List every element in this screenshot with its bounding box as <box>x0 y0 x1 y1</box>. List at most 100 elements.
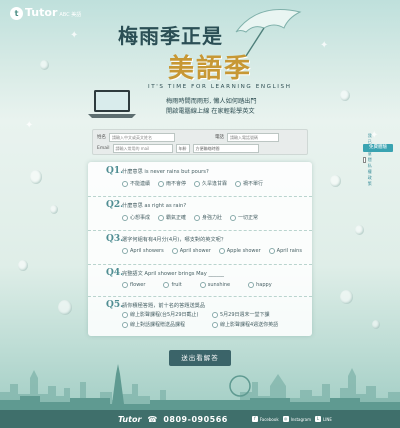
radio-button[interactable] <box>122 321 128 328</box>
radio-button[interactable] <box>171 248 178 254</box>
radio-button[interactable] <box>218 248 225 254</box>
answer-option[interactable]: happy <box>248 282 272 288</box>
radio-button[interactable] <box>194 180 201 187</box>
radio-button[interactable] <box>122 214 128 221</box>
raindrop <box>40 60 49 70</box>
answer-option[interactable]: 心想事成 <box>122 214 150 221</box>
quiz-question: Q5. 請你積極答題，前十名的答題送獎品 線上影聲課程(台5月29日截止) 5月… <box>88 296 312 336</box>
instagram-icon[interactable]: ◎ <box>282 416 289 422</box>
answer-option[interactable]: 線上對話課程贈送品課程 <box>122 321 185 328</box>
answer-options: flower fruit sunshine happy <box>122 282 280 288</box>
radio-button[interactable] <box>212 321 218 328</box>
landing-page: ✦ ✦ ✦ ✦ t Tutor ABC 美語 梅雨季正是 美語季 IT'S TI… <box>0 0 400 428</box>
star-icon: ✦ <box>25 120 34 131</box>
answer-option[interactable]: 一切正常 <box>230 214 258 221</box>
instagram-link[interactable]: Instagram <box>291 417 311 422</box>
star-icon: ✦ <box>70 30 79 41</box>
time-select[interactable]: 方便聯絡時間 <box>192 143 259 153</box>
raindrop <box>340 90 350 101</box>
star-icon: ✦ <box>320 40 329 51</box>
line-link[interactable]: LINE <box>323 417 332 422</box>
quiz-question: Q2. 什麼意思 as right as rain? 心想事成 霸氣正確 身強力… <box>88 196 312 231</box>
answer-option[interactable]: 久旱逢甘霖 <box>194 180 227 187</box>
radio-button[interactable] <box>268 248 275 254</box>
email-input[interactable]: 請輸入常用的 mail <box>112 143 173 153</box>
answer-option[interactable]: 雨不會停 <box>158 180 186 187</box>
name-label: 姓名 <box>97 135 106 140</box>
free-trial-button[interactable]: 免費體驗 <box>363 144 393 152</box>
logo-mark-icon: t <box>10 7 23 20</box>
answer-option[interactable]: sunshine <box>199 282 230 288</box>
radio-button[interactable] <box>235 180 242 187</box>
raindrop <box>58 300 72 315</box>
footer-phone[interactable]: 0809-090566 <box>163 415 227 424</box>
quiz-question: Q4. 完整語文 April shower brings May ______ … <box>88 264 312 297</box>
answer-option[interactable]: flower <box>122 282 145 288</box>
see-answers-button[interactable]: 送出看解答 <box>169 350 231 366</box>
phone-row: 電話 請輸入電話號碼 <box>215 132 279 142</box>
brand-logo[interactable]: t Tutor ABC 美語 <box>10 6 81 20</box>
radio-button[interactable] <box>122 248 128 254</box>
line-icon[interactable]: L <box>315 416 321 422</box>
answer-option[interactable]: fruit <box>163 282 182 288</box>
name-row: 姓名 請輸入中文或英文姓名 <box>97 132 175 142</box>
answer-option[interactable]: 5月29日週末一堂下課 <box>212 311 270 318</box>
radio-button[interactable] <box>122 282 128 288</box>
hero-title-line2: 美語季 <box>168 54 253 84</box>
facebook-link[interactable]: Facebook <box>260 417 279 422</box>
agree-checkbox[interactable] <box>363 157 366 163</box>
hero-subtitle-2: 開啟電腦線上線 在家輕鬆學英文 <box>166 108 255 115</box>
raindrop <box>30 170 42 184</box>
answer-options: April showers April shower Apple shower … <box>122 248 310 254</box>
logo-text: Tutor <box>25 6 58 19</box>
phone-icon: ☎ <box>147 414 158 424</box>
question-text: 完整語文 April shower brings May ______ <box>122 271 225 277</box>
radio-button[interactable] <box>158 214 165 221</box>
answer-option[interactable]: 線上影聲課程4週送你英語 <box>212 321 278 328</box>
answer-option[interactable]: April shower <box>171 248 211 254</box>
raindrop <box>18 260 28 271</box>
answer-option[interactable]: 線上影聲課程(台5月29日截止) <box>122 311 198 318</box>
radio-button[interactable] <box>248 282 255 288</box>
answer-option[interactable]: April showers <box>122 248 164 254</box>
raindrop <box>372 320 380 329</box>
radio-button[interactable] <box>199 282 206 288</box>
radio-button[interactable] <box>122 180 128 187</box>
radio-button[interactable] <box>122 311 128 318</box>
phone-input[interactable]: 請輸入電話號碼 <box>227 132 279 142</box>
laptop-icon <box>88 90 136 118</box>
radio-button[interactable] <box>158 180 165 187</box>
email-label: Email <box>97 145 110 151</box>
answer-option[interactable]: 身強力壯 <box>194 214 222 221</box>
quiz-question: Q3. 選字何組有有4月分(4月)，哪支對的英文呢？ April showers… <box>88 230 312 265</box>
agree-label: 我已同意隱私權政策 <box>367 133 372 186</box>
raindrop <box>50 205 58 214</box>
answer-option[interactable]: 不能連續 <box>122 180 150 187</box>
question-number: Q4. <box>106 268 124 278</box>
radio-button[interactable] <box>194 214 201 221</box>
radio-button[interactable] <box>163 282 170 288</box>
question-number: Q2. <box>106 200 124 210</box>
signup-form: 姓名 請輸入中文或英文姓名 電話 請輸入電話號碼 我已同意隱私權政策 Email… <box>92 129 393 186</box>
raindrop <box>340 290 353 304</box>
footer-logo[interactable]: Tutor <box>118 415 141 424</box>
hero-title-line1: 梅雨季正是 <box>118 24 223 48</box>
quiz-card: Q1. 什麼意思 is never rains but pours? 不能連續 … <box>88 162 312 336</box>
answer-options: 心想事成 霸氣正確 身強力壯 一切正常 <box>122 214 266 221</box>
radio-button[interactable] <box>230 214 237 221</box>
answer-options: 不能連續 雨不會停 久旱逢甘霖 禍不單行 <box>122 180 271 187</box>
logo-subtext: ABC 美語 <box>59 12 82 18</box>
facebook-icon[interactable]: f <box>251 416 258 422</box>
name-input[interactable]: 請輸入中文或英文姓名 <box>109 132 175 142</box>
answer-option[interactable]: 霸氣正確 <box>158 214 186 221</box>
answer-option[interactable]: April rains <box>268 248 302 254</box>
answer-option[interactable]: Apple shower <box>218 248 261 254</box>
answer-option[interactable]: 禍不單行 <box>235 180 263 187</box>
question-number: Q1. <box>106 166 124 176</box>
footer: Tutor ☎ 0809-090566 f Facebook ◎ Instagram… <box>0 410 400 428</box>
privacy-agree[interactable]: 我已同意隱私權政策 <box>363 133 375 187</box>
age-select[interactable]: 年齡 <box>175 143 190 153</box>
question-text: 什麼意思 as right as rain? <box>122 203 187 209</box>
email-row: Email 請輸入常用的 mail 年齡 方便聯絡時間 <box>97 143 259 153</box>
radio-button[interactable] <box>212 311 218 318</box>
